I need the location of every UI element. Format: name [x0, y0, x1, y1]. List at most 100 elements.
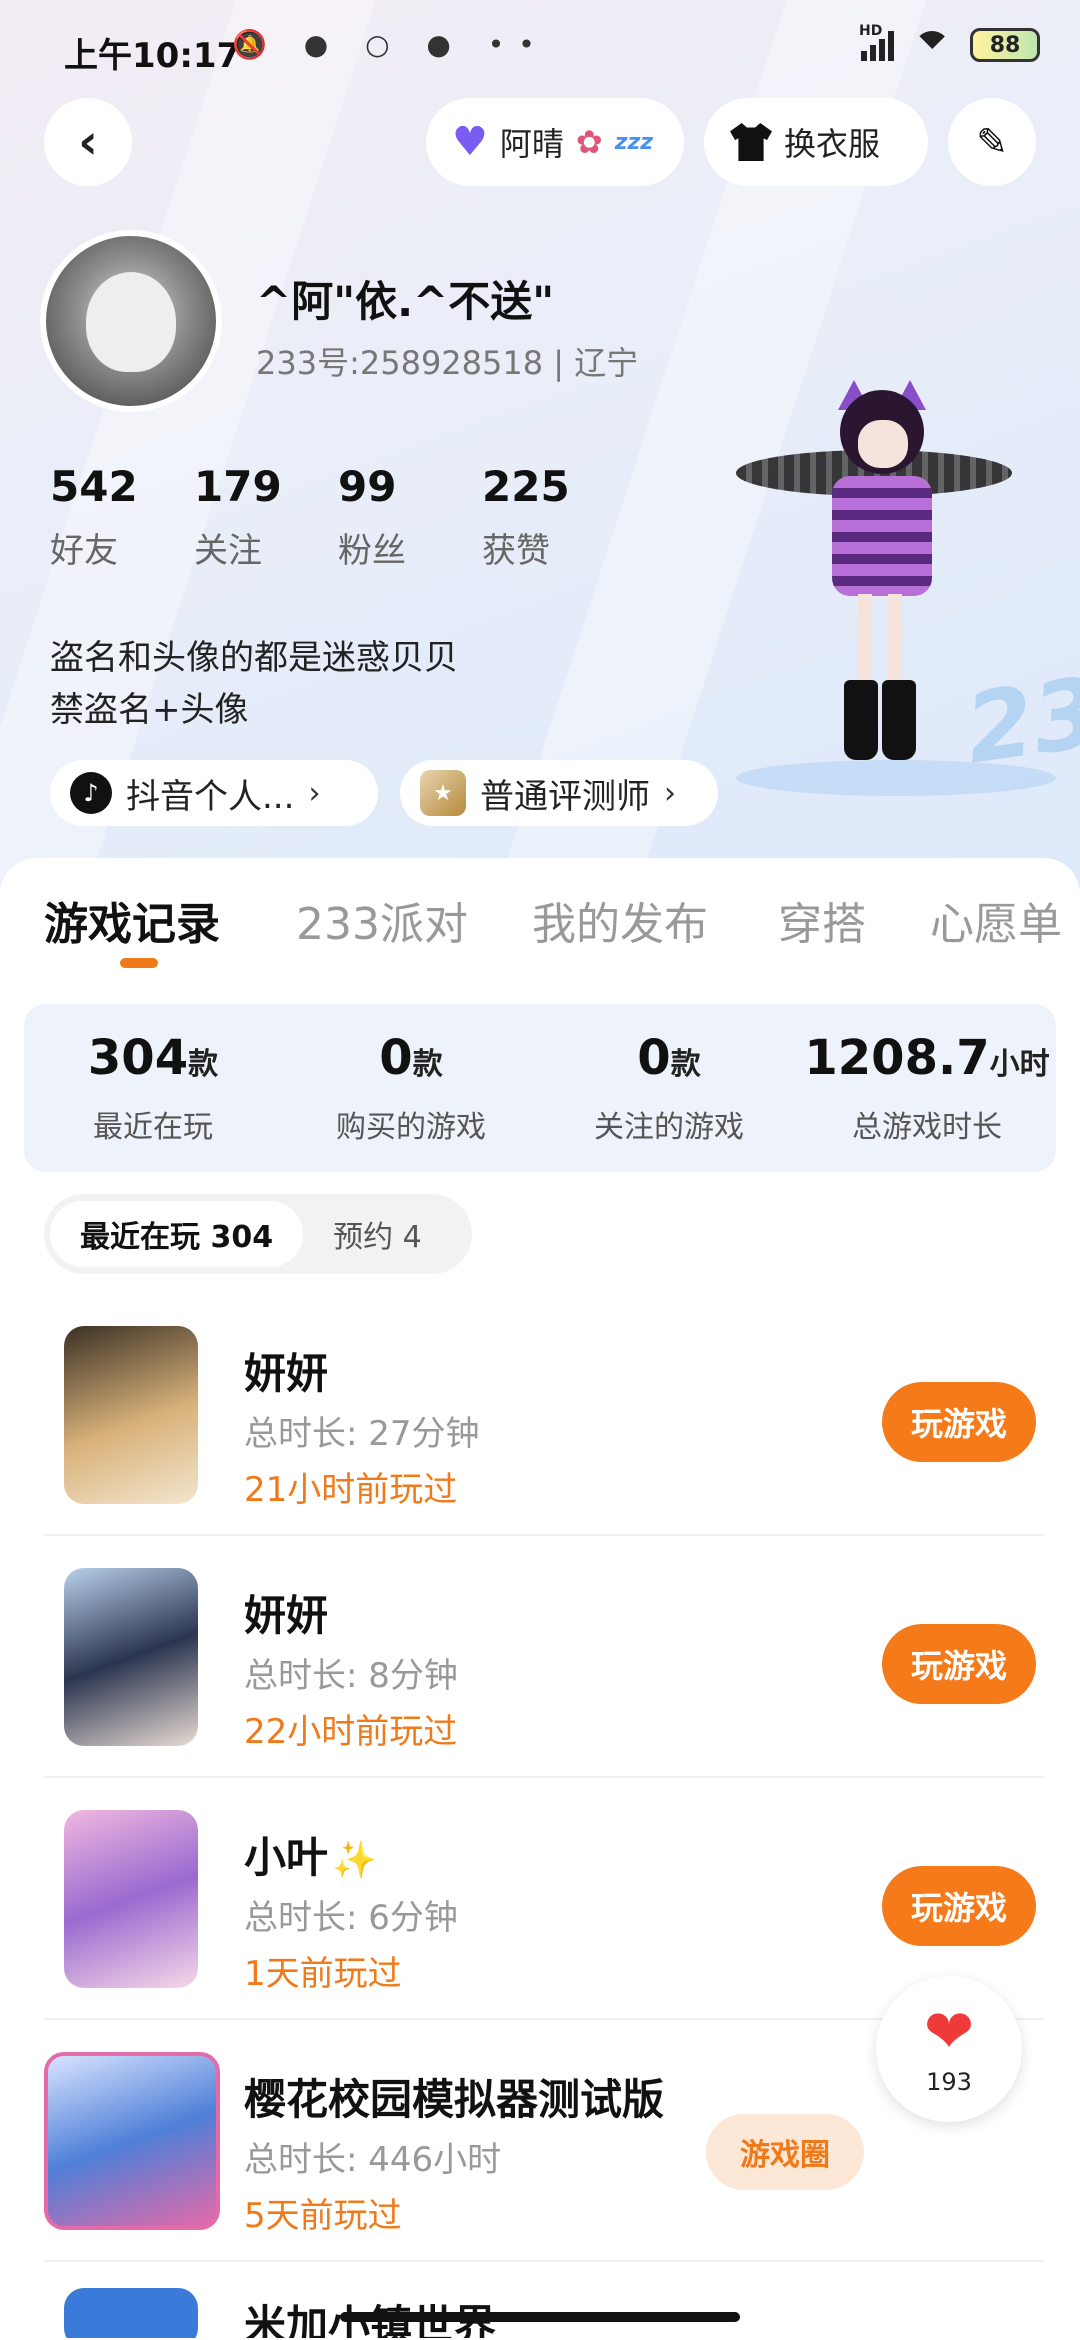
- stat-label: 好友: [50, 531, 118, 571]
- like-count: 193: [926, 2068, 972, 2096]
- game-duration: 总时长: 27分钟: [244, 1414, 480, 1454]
- game-name: 小叶 ✨: [244, 1824, 377, 1885]
- floating-like-button[interactable]: ❤ 193: [876, 1976, 1022, 2122]
- summary-total-time[interactable]: 1208.7小时 总游戏时长: [798, 1004, 1056, 1172]
- figure-body: [832, 476, 932, 596]
- chevron-left-icon: ‹: [78, 114, 98, 170]
- segment-recent[interactable]: 最近在玩 304: [50, 1201, 304, 1267]
- reviewer-badge-icon: ★: [420, 770, 466, 816]
- mood-status-button[interactable]: ♥ 阿晴 ✿ zzz: [426, 98, 684, 186]
- row-divider: [44, 1534, 1044, 1536]
- reviewer-badge-tag[interactable]: ★ 普通评测师 ›: [400, 760, 718, 826]
- tab-233-party[interactable]: 233派对: [296, 888, 468, 952]
- game-last-played: 22小时前玩过: [244, 1712, 458, 1752]
- avatar[interactable]: [40, 230, 222, 412]
- home-indicator[interactable]: [340, 2312, 740, 2322]
- heart-icon: ♥: [452, 119, 488, 165]
- bio-line: 盗名和头像的都是迷惑贝贝: [50, 638, 458, 678]
- stat-number: 542: [50, 462, 138, 511]
- tag-label: 抖音个人...: [126, 776, 295, 817]
- status-time: 上午10:17: [64, 36, 241, 76]
- tiktok-icon: ♪: [70, 772, 112, 814]
- stat-fans[interactable]: 99 粉丝: [338, 462, 482, 572]
- network-type: HD: [859, 23, 883, 39]
- game-name: 樱花校园模拟器测试版: [244, 2075, 665, 2124]
- summary-recent[interactable]: 304款 最近在玩: [24, 1004, 282, 1172]
- chevron-right-icon: ›: [664, 775, 676, 811]
- game-duration: 总时长: 6分钟: [244, 1898, 458, 1938]
- game-row[interactable]: 妍妍 总时长: 8分钟 22小时前玩过 玩游戏: [44, 1538, 1044, 1778]
- summary-unit: 款: [412, 1047, 443, 1082]
- douyin-link-tag[interactable]: ♪ 抖音个人... ›: [50, 760, 378, 826]
- tab-my-posts[interactable]: 我的发布: [532, 888, 708, 952]
- game-circle-button[interactable]: 游戏圈: [706, 2114, 864, 2190]
- content-sheet: 游戏记录 233派对 我的发布 穿搭 心愿单 304款 最近在玩 0款 购买的游…: [0, 858, 1080, 2340]
- battery-icon: 88: [970, 28, 1040, 62]
- wifi-icon: [912, 29, 952, 67]
- game-name: 妍妍: [244, 1591, 329, 1640]
- sleep-icon: zzz: [614, 129, 654, 155]
- game-row[interactable]: 妍妍 总时长: 27分钟 21小时前玩过 玩游戏: [44, 1296, 1044, 1536]
- stat-label: 关注: [194, 531, 262, 571]
- sparkle-icon: ✨: [332, 1840, 377, 1881]
- status-bar: 上午10:17 🔕 ● ○ ● •• HD 88: [0, 0, 1080, 96]
- profile-stats: 542 好友 179 关注 99 粉丝 225 获赞: [50, 462, 626, 572]
- game-summary: 304款 最近在玩 0款 购买的游戏 0款 关注的游戏 1208.7小时 总游戏…: [24, 1004, 1056, 1172]
- summary-value: 0: [637, 1030, 671, 1086]
- summary-label: 购买的游戏: [336, 1110, 486, 1145]
- summary-value: 1208.7: [804, 1030, 990, 1086]
- figure-face: [858, 420, 908, 468]
- character-avatar-figure[interactable]: [736, 380, 1036, 780]
- game-icon: [64, 1810, 198, 1988]
- stat-likes[interactable]: 225 获赞: [482, 462, 626, 572]
- summary-purchased[interactable]: 0款 购买的游戏: [282, 1004, 540, 1172]
- row-divider: [44, 1776, 1044, 1778]
- back-button[interactable]: ‹: [44, 98, 132, 186]
- figure-boot: [844, 680, 878, 760]
- game-name: 妍妍: [244, 1349, 329, 1398]
- game-last-played: 5天前玩过: [244, 2196, 402, 2236]
- stat-following[interactable]: 179 关注: [194, 462, 338, 572]
- summary-unit: 款: [670, 1047, 701, 1082]
- tab-game-records[interactable]: 游戏记录: [44, 888, 220, 952]
- game-filter-segment: 最近在玩 304 预约 4: [44, 1194, 472, 1274]
- summary-label: 最近在玩: [93, 1110, 213, 1145]
- tab-wishlist[interactable]: 心愿单: [930, 888, 1062, 952]
- summary-unit: 小时: [989, 1047, 1050, 1082]
- edit-profile-button[interactable]: ✎: [948, 98, 1036, 186]
- profile-bio: 盗名和头像的都是迷惑贝贝 禁盗名+头像: [50, 632, 458, 736]
- summary-followed[interactable]: 0款 关注的游戏: [540, 1004, 798, 1172]
- chevron-right-icon: ›: [308, 775, 321, 811]
- stat-number: 225: [482, 462, 570, 511]
- stat-number: 99: [338, 462, 397, 511]
- summary-label: 总游戏时长: [852, 1110, 1002, 1145]
- game-row-partial[interactable]: 米加小镇世界: [44, 2278, 1044, 2338]
- summary-label: 关注的游戏: [594, 1110, 744, 1145]
- play-game-button[interactable]: 玩游戏: [882, 1866, 1036, 1946]
- game-icon: [64, 2288, 198, 2338]
- user-id-location: 233号:258928518 | 辽宁: [256, 344, 639, 382]
- row-divider: [44, 2260, 1044, 2262]
- change-clothes-button[interactable]: 换衣服: [704, 98, 928, 186]
- play-game-button[interactable]: 玩游戏: [882, 1382, 1036, 1462]
- game-last-played: 21小时前玩过: [244, 1470, 458, 1510]
- active-tab-indicator: [120, 958, 158, 968]
- game-duration: 总时长: 8分钟: [244, 1656, 458, 1696]
- stat-label: 粉丝: [338, 531, 406, 571]
- stat-friends[interactable]: 542 好友: [50, 462, 194, 572]
- notification-icons: 🔕 ● ○ ● ••: [232, 28, 549, 61]
- profile-tabs: 游戏记录 233派对 我的发布 穿搭 心愿单: [0, 888, 1080, 968]
- segment-reserved[interactable]: 预约 4: [303, 1201, 452, 1267]
- signal-icon: HD: [859, 23, 894, 61]
- summary-unit: 款: [188, 1047, 219, 1082]
- tab-outfits[interactable]: 穿搭: [778, 888, 866, 952]
- game-icon: [64, 1568, 198, 1746]
- game-row[interactable]: 小叶 ✨ 总时长: 6分钟 1天前玩过 玩游戏: [44, 1780, 1044, 2020]
- game-last-played: 1天前玩过: [244, 1954, 402, 1994]
- tulip-icon: ✿: [575, 123, 603, 161]
- heart-icon: ❤: [923, 1997, 975, 2067]
- shirt-icon: [730, 123, 772, 161]
- figure-boot: [882, 680, 916, 760]
- bio-line: 禁盗名+头像: [50, 690, 249, 730]
- play-game-button[interactable]: 玩游戏: [882, 1624, 1036, 1704]
